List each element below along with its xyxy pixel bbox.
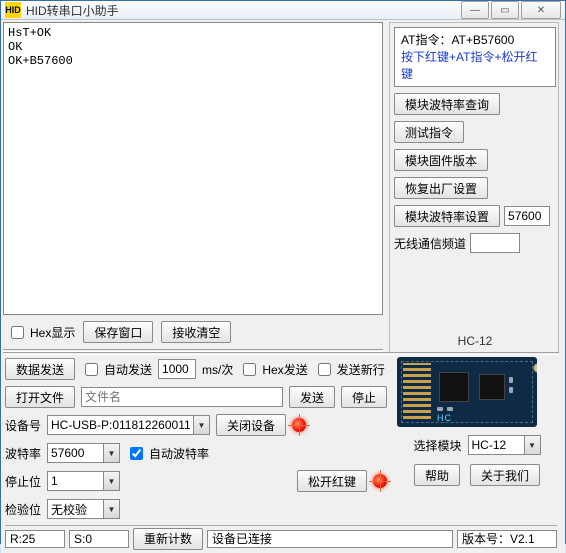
- set-baud-button[interactable]: 模块波特率设置: [394, 205, 500, 227]
- reset-count-button[interactable]: 重新计数: [133, 528, 203, 550]
- at-panel: AT指令：AT+B57600 按下红键+AT指令+松开红键 模块波特率查询 测试…: [389, 22, 559, 352]
- at-command-line1: AT指令：AT+B57600: [401, 32, 549, 49]
- test-command-button[interactable]: 测试指令: [394, 121, 464, 143]
- clear-receive-button[interactable]: 接收清空: [161, 321, 231, 343]
- chevron-down-icon[interactable]: ▼: [193, 416, 209, 434]
- chevron-down-icon[interactable]: ▼: [103, 500, 119, 518]
- baud-combo[interactable]: ▼: [47, 443, 120, 463]
- close-button[interactable]: ✕: [521, 1, 561, 19]
- set-baud-input[interactable]: [504, 206, 550, 226]
- receive-textarea[interactable]: HsT+OK OK OK+B57600: [3, 22, 383, 315]
- send-file-button[interactable]: 发送: [289, 386, 335, 408]
- status-text: 设备已连接: [207, 530, 453, 548]
- channel-label: 无线通信频道: [394, 235, 466, 252]
- hex-send-label: Hex发送: [262, 361, 307, 378]
- parity-label: 检验位: [5, 501, 41, 518]
- hc-model-label: HC-12: [394, 334, 556, 348]
- status-bar: R:25 S:0 重新计数 设备已连接 版本号：V2.1: [5, 525, 557, 549]
- firmware-version-button[interactable]: 模块固件版本: [394, 149, 488, 171]
- hex-display-label: Hex显示: [30, 324, 75, 341]
- help-button[interactable]: 帮助: [414, 464, 460, 486]
- minimize-button[interactable]: —: [461, 1, 489, 19]
- tx-count-box: S:0: [69, 530, 129, 548]
- query-baud-button[interactable]: 模块波特率查询: [394, 93, 500, 115]
- red-led-icon: [373, 474, 387, 488]
- filename-input[interactable]: [81, 387, 283, 407]
- window-title: HID转串口小助手: [26, 2, 461, 19]
- baud-value[interactable]: [48, 444, 103, 462]
- send-newline-label: 发送新行: [337, 361, 385, 378]
- device-led-icon: [292, 418, 306, 432]
- at-command-display: AT指令：AT+B57600 按下红键+AT指令+松开红键: [394, 27, 556, 87]
- save-window-button[interactable]: 保存窗口: [83, 321, 153, 343]
- titlebar: HID HID转串口小助手 — ▭ ✕: [1, 1, 565, 20]
- send-data-button[interactable]: 数据发送: [5, 358, 75, 380]
- rx-count-value: 25: [22, 532, 35, 546]
- close-device-button[interactable]: 关闭设备: [216, 414, 286, 436]
- device-combo[interactable]: ▼: [47, 415, 210, 435]
- select-module-combo[interactable]: ▼: [468, 435, 541, 455]
- app-window: HID HID转串口小助手 — ▭ ✕ HsT+OK OK OK+B57600 …: [0, 0, 566, 544]
- chevron-down-icon[interactable]: ▼: [524, 436, 540, 454]
- device-label: 设备号: [5, 417, 41, 434]
- factory-reset-button[interactable]: 恢复出厂设置: [394, 177, 488, 199]
- device-value[interactable]: [48, 416, 193, 434]
- rx-count-box: R:25: [5, 530, 65, 548]
- chevron-down-icon[interactable]: ▼: [103, 444, 119, 462]
- at-command-line2: 按下红键+AT指令+松开红键: [401, 49, 549, 83]
- hex-send-checkbox[interactable]: Hex发送: [239, 360, 307, 379]
- auto-baud-checkbox[interactable]: 自动波特率: [126, 444, 209, 463]
- stopbit-value[interactable]: [48, 472, 103, 490]
- about-button[interactable]: 关于我们: [470, 464, 540, 486]
- hex-display-checkbox[interactable]: Hex显示: [7, 323, 75, 342]
- auto-send-unit-label: ms/次: [202, 361, 233, 378]
- stopbit-combo[interactable]: ▼: [47, 471, 120, 491]
- send-newline-checkbox[interactable]: 发送新行: [314, 360, 385, 379]
- app-icon: HID: [5, 2, 21, 18]
- stopbit-label: 停止位: [5, 473, 41, 490]
- open-file-button[interactable]: 打开文件: [5, 386, 75, 408]
- auto-send-interval-input[interactable]: [158, 359, 196, 379]
- release-red-button[interactable]: 松开红键: [297, 470, 367, 492]
- tx-count-value: 0: [85, 532, 92, 546]
- parity-combo[interactable]: ▼: [47, 499, 120, 519]
- maximize-button[interactable]: ▭: [491, 1, 519, 19]
- stop-button[interactable]: 停止: [341, 386, 387, 408]
- baud-label: 波特率: [5, 445, 41, 462]
- auto-baud-label: 自动波特率: [149, 445, 209, 462]
- channel-input[interactable]: [470, 233, 520, 253]
- module-image: HC: [397, 357, 557, 427]
- auto-send-label: 自动发送: [104, 361, 152, 378]
- auto-send-checkbox[interactable]: 自动发送: [81, 360, 152, 379]
- select-module-label: 选择模块: [413, 437, 461, 454]
- version-text: 版本号：V2.1: [457, 530, 557, 548]
- select-module-value[interactable]: [469, 436, 524, 454]
- chevron-down-icon[interactable]: ▼: [103, 472, 119, 490]
- parity-value[interactable]: [48, 500, 103, 518]
